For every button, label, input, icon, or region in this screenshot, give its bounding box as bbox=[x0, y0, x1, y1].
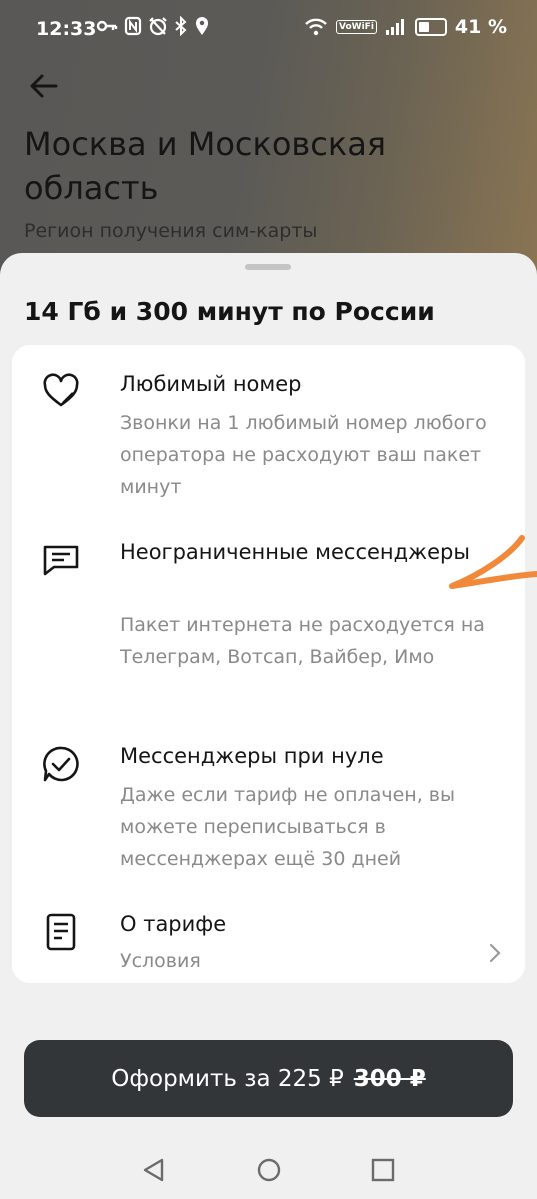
system-navigation-bar bbox=[0, 1140, 537, 1199]
key-icon bbox=[96, 20, 118, 32]
feature-title: Мессенджеры при нуле bbox=[120, 744, 384, 768]
heart-icon bbox=[43, 373, 79, 407]
nav-home-icon[interactable] bbox=[255, 1156, 283, 1184]
tariff-title: 14 Гб и 300 минут по России bbox=[24, 297, 435, 326]
feature-description: Даже если тариф не оплачен, вы можете пе… bbox=[120, 784, 456, 870]
feature-favorite-number: Любимый номер Звонки на 1 любимый номер … bbox=[12, 345, 525, 511]
nav-back-icon[interactable] bbox=[140, 1156, 168, 1184]
chat-icon bbox=[43, 545, 79, 576]
status-right-icons: VoWiFi 41 % bbox=[304, 16, 507, 38]
nav-recents-icon[interactable] bbox=[369, 1156, 397, 1184]
chat-check-icon bbox=[43, 746, 79, 782]
status-left-icons bbox=[96, 16, 210, 36]
feature-title: Любимый номер bbox=[120, 372, 302, 396]
old-price: 300 ₽ bbox=[353, 1065, 426, 1092]
features-card: Любимый номер Звонки на 1 любимый номер … bbox=[12, 345, 525, 983]
signal-icon bbox=[385, 19, 404, 35]
order-button[interactable]: Оформить за 225 ₽ 300 ₽ bbox=[24, 1040, 513, 1117]
feature-unlimited-messengers: Неограниченные мессенджеры Пакет интерне… bbox=[12, 513, 525, 713]
status-bar: 12:33 VoWiFi 41 % bbox=[0, 0, 537, 62]
location-icon bbox=[196, 17, 208, 35]
feature-description: Пакет интернета не расходуется на Телегр… bbox=[120, 614, 485, 668]
feature-about-tariff[interactable]: О тарифе Условия bbox=[12, 885, 525, 983]
alarm-off-icon bbox=[149, 17, 167, 36]
feature-title: Неограниченные мессенджеры bbox=[120, 540, 470, 564]
document-icon bbox=[46, 913, 76, 951]
region-title: Москва и Московская область bbox=[24, 125, 387, 207]
bluetooth-icon bbox=[175, 16, 187, 36]
chevron-right-icon bbox=[489, 943, 501, 963]
battery-icon bbox=[414, 18, 447, 36]
status-time: 12:33 bbox=[36, 18, 97, 40]
feature-description: Условия bbox=[120, 950, 201, 972]
order-button-label: Оформить за 225 ₽ bbox=[111, 1065, 344, 1092]
feature-title: О тарифе bbox=[120, 912, 227, 936]
wifi-icon bbox=[305, 18, 327, 36]
nfc-icon bbox=[124, 16, 142, 36]
feature-messengers-at-zero: Мессенджеры при нуле Даже если тариф не … bbox=[12, 717, 525, 885]
feature-description: Звонки на 1 любимый номер любого операто… bbox=[120, 412, 487, 498]
vowifi-badge: VoWiFi bbox=[336, 20, 377, 34]
battery-level: 41 % bbox=[454, 16, 507, 38]
region-subtitle: Регион получения сим-карты bbox=[24, 220, 318, 242]
sheet-drag-handle[interactable] bbox=[245, 264, 291, 270]
back-arrow-icon[interactable] bbox=[26, 68, 62, 104]
